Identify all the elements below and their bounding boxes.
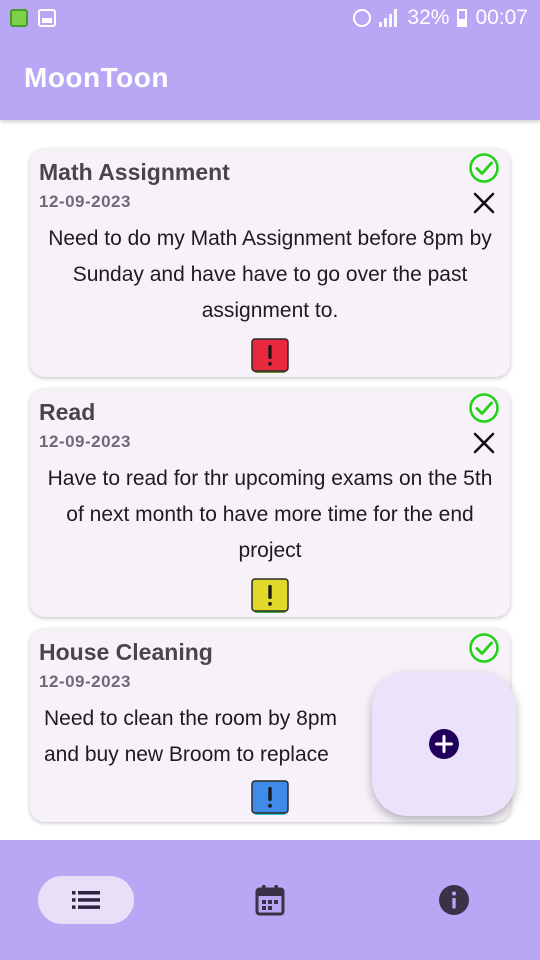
task-title: Math Assignment [39, 159, 230, 185]
alarm-icon [353, 9, 372, 27]
task-title: Read [39, 399, 96, 425]
signal-icon [379, 9, 399, 27]
check-circle-icon[interactable] [468, 632, 500, 664]
add-task-button[interactable] [372, 672, 516, 816]
task-description: Need to clean the room by 8pm and buy ne… [44, 707, 337, 766]
info-icon [439, 885, 469, 915]
task-date: 12-09-2023 [39, 432, 131, 451]
task-date: 12-09-2023 [39, 192, 131, 211]
app-bar: MoonToon [0, 40, 540, 120]
task-card[interactable]: Math Assignment 12-09-2023 Need to do my… [30, 149, 510, 377]
calendar-icon [255, 885, 285, 916]
close-icon[interactable] [470, 189, 498, 217]
exclamation-icon [251, 578, 289, 613]
task-card[interactable]: Read 12-09-2023 Have to read for thr upc… [30, 389, 510, 617]
battery-icon [457, 9, 468, 27]
clock: 00:07 [475, 6, 528, 29]
close-icon[interactable] [470, 429, 498, 457]
task-description: Have to read for thr upcoming exams on t… [47, 467, 493, 562]
check-circle-icon[interactable] [468, 152, 500, 184]
app-notification-icon [10, 9, 28, 27]
task-description: Need to do my Math Assignment before 8pm… [48, 227, 492, 322]
nav-item-calendar[interactable] [246, 876, 294, 924]
app-title: MoonToon [24, 62, 169, 93]
nav-item-info[interactable] [430, 876, 478, 924]
task-title: House Cleaning [39, 639, 213, 665]
exclamation-icon [251, 780, 289, 815]
status-bar: 32% 00:07 [0, 0, 540, 40]
add-circle-icon [429, 729, 459, 759]
exclamation-icon [251, 338, 289, 373]
nav-item-tasks[interactable] [38, 876, 134, 924]
check-circle-icon[interactable] [468, 392, 500, 424]
list-icon [72, 891, 100, 909]
image-notification-icon [38, 9, 56, 27]
battery-percent: 32% [407, 6, 450, 29]
bottom-navigation [0, 840, 540, 960]
task-date: 12-09-2023 [39, 672, 131, 691]
